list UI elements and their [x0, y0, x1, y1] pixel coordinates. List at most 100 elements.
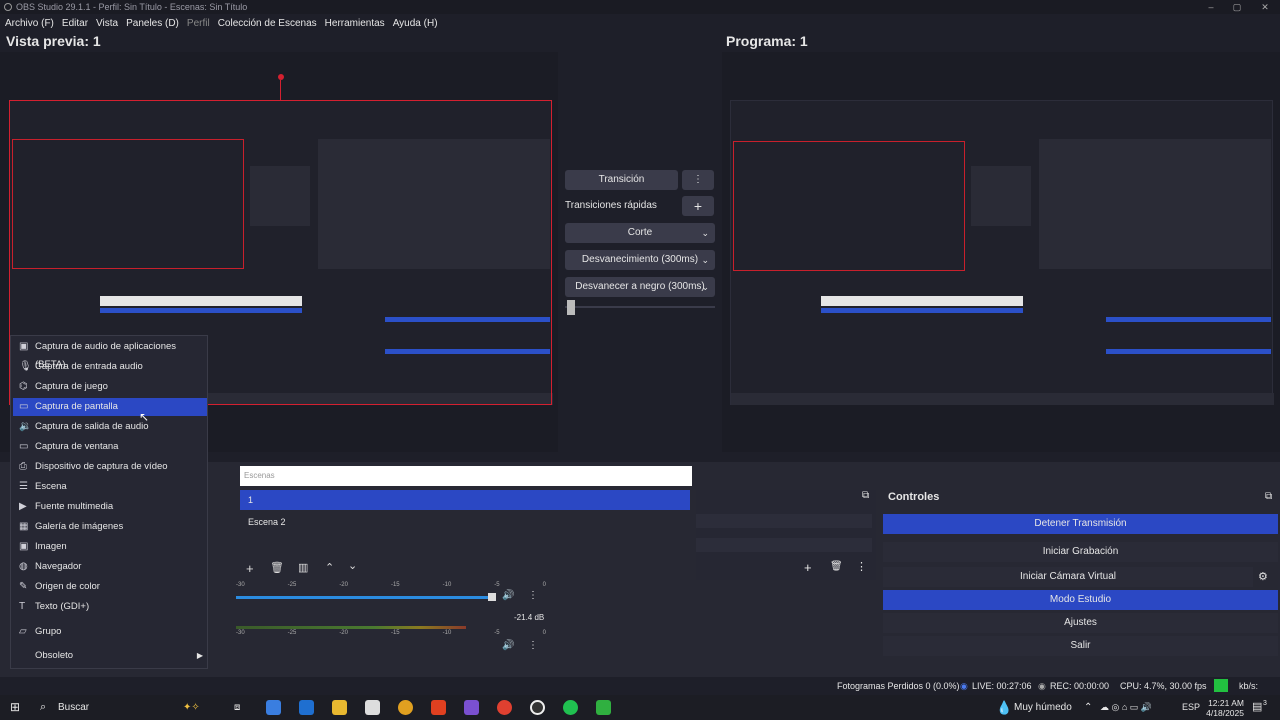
- transition-properties-icon[interactable]: ⋮: [856, 560, 867, 573]
- tbar-slider[interactable]: [565, 306, 715, 308]
- scene-item[interactable]: 1: [240, 490, 690, 510]
- task-view-icon[interactable]: ⧈: [234, 695, 240, 720]
- speaker-icon[interactable]: 🔊: [502, 590, 514, 601]
- image-icon: ▣: [19, 541, 29, 552]
- menu-item[interactable]: Perfil: [187, 16, 210, 32]
- menu-item-source[interactable]: ☰ Escena: [13, 478, 207, 496]
- app-icon[interactable]: [596, 700, 611, 715]
- chevron-down-icon: ⌄: [701, 282, 709, 292]
- move-down-icon[interactable]: ⌄: [348, 559, 357, 572]
- menu-item-source[interactable]: Obsoleto ▶: [13, 647, 207, 665]
- language[interactable]: ESP: [1182, 695, 1200, 720]
- transition-menu-icon[interactable]: ⋮: [682, 170, 714, 190]
- menu-item[interactable]: Archivo (F): [5, 16, 54, 32]
- menu-item-source[interactable]: ▣ Imagen: [13, 538, 207, 556]
- scene-filters-icon[interactable]: ▥: [298, 561, 308, 574]
- store-icon[interactable]: [365, 700, 380, 715]
- clock[interactable]: 12:21 AM 4/18/2025: [1206, 698, 1244, 718]
- outlook-icon[interactable]: [299, 700, 314, 715]
- menu-item-source[interactable]: 🎙 Captura de entrada audio: [13, 358, 207, 376]
- close-button[interactable]: ✕: [1252, 0, 1278, 14]
- menu-item[interactable]: Vista: [96, 16, 118, 32]
- file-explorer-icon[interactable]: [332, 700, 347, 715]
- chrome-profile-icon[interactable]: [497, 700, 512, 715]
- tray-chevron-icon[interactable]: ⌃: [1084, 695, 1092, 720]
- speaker-icon-2[interactable]: 🔊: [502, 640, 514, 651]
- transition-select[interactable]: [696, 514, 872, 528]
- menu-item[interactable]: Herramientas: [325, 16, 385, 32]
- notification-icon[interactable]: ▤: [1252, 695, 1262, 720]
- tick: -20: [339, 630, 348, 636]
- transition-button[interactable]: Transición: [565, 170, 678, 190]
- menu-item-source[interactable]: T Texto (GDI+): [13, 598, 207, 616]
- duration-spinbox[interactable]: [696, 538, 872, 552]
- menu-item-source[interactable]: ▦ Galería de imágenes: [13, 518, 207, 536]
- menu-item-source[interactable]: ▭ Captura de pantalla: [13, 398, 207, 416]
- menu-item[interactable]: Paneles (D): [126, 16, 179, 32]
- copilot-icon[interactable]: [266, 700, 281, 715]
- menu-item-source[interactable]: ▭ Captura de ventana: [13, 438, 207, 456]
- exit-button[interactable]: Salir: [883, 636, 1278, 656]
- scenes-header: Escenas: [240, 466, 692, 486]
- menu-item-label: Grupo: [35, 626, 62, 637]
- menu-item-source[interactable]: ▣ Captura de audio de aplicaciones (BETA): [13, 338, 207, 370]
- add-source-menu: ▣ Captura de audio de aplicaciones (BETA)…: [10, 335, 208, 669]
- obs-icon[interactable]: [530, 700, 545, 715]
- menu-item[interactable]: Colección de Escenas: [218, 16, 317, 32]
- weather-text[interactable]: Muy húmedo: [1014, 695, 1072, 720]
- menu-item[interactable]: Ayuda (H): [393, 16, 438, 32]
- quick-transition-cut[interactable]: Corte ⌄: [565, 223, 715, 243]
- menu-item-source[interactable]: ◍ Navegador: [13, 558, 207, 576]
- search-icon[interactable]: ⌕: [40, 695, 46, 720]
- tray-icons[interactable]: ☁ ◎ ⌂ ▭ 🔊: [1100, 695, 1152, 720]
- windows-start-icon[interactable]: ⊞: [10, 695, 20, 720]
- remove-transition-icon[interactable]: 🗑: [830, 561, 843, 572]
- menu-item-source[interactable]: ▱ Grupo: [13, 623, 207, 641]
- studio-mode-button[interactable]: Modo Estudio: [883, 590, 1278, 610]
- chrome-icon[interactable]: [398, 700, 413, 715]
- minimize-button[interactable]: –: [1198, 0, 1224, 14]
- volume-handle[interactable]: [488, 593, 496, 601]
- add-transition-icon[interactable]: +: [804, 560, 812, 575]
- controls-title: Controles: [888, 491, 940, 503]
- menu-item-source[interactable]: ⎙ Dispositivo de captura de vídeo: [13, 458, 207, 476]
- audio-mixer: -30 -25 -20 -15 -10 -5 0 🔊 ⋮ -21.4 dB -30 -25 -2…: [236, 582, 546, 672]
- preview-title: Vista previa: 1: [6, 33, 101, 49]
- add-quick-transition-icon[interactable]: +: [682, 196, 714, 216]
- maximize-button[interactable]: ▢: [1224, 0, 1250, 14]
- start-virtual-camera-button[interactable]: Iniciar Cámara Virtual: [883, 567, 1253, 587]
- discord-icon[interactable]: [464, 700, 479, 715]
- mixer-menu-icon-2[interactable]: ⋮: [528, 640, 538, 651]
- quick-transition-fade[interactable]: Desvanecimiento (300ms) ⌄: [565, 250, 715, 270]
- menu-item-source[interactable]: ⌬ Captura de juego: [13, 378, 207, 396]
- chevron-down-icon: ⌄: [701, 255, 709, 265]
- rotate-handle[interactable]: [278, 74, 284, 80]
- menu-item-source[interactable]: 🔉 Captura de salida de audio: [13, 418, 207, 436]
- taskbar-search[interactable]: Buscar: [58, 695, 89, 720]
- quick-transition-fade-black[interactable]: Desvanecer a negro (300ms) ⌄: [565, 277, 715, 297]
- start-recording-button[interactable]: Iniciar Grabación: [883, 542, 1278, 562]
- menu-item[interactable]: Editar: [62, 16, 88, 32]
- remove-scene-icon[interactable]: 🗑: [270, 561, 284, 574]
- brave-icon[interactable]: [431, 700, 446, 715]
- tbar-handle[interactable]: [567, 300, 575, 315]
- rotate-handle-line: [280, 80, 281, 100]
- stop-streaming-button[interactable]: Detener Transmisión: [883, 514, 1278, 534]
- add-scene-icon[interactable]: +: [246, 561, 254, 576]
- dock-float-icon[interactable]: ⧉: [862, 490, 869, 501]
- spotify-icon[interactable]: [563, 700, 578, 715]
- gear-icon[interactable]: ⚙: [1258, 570, 1268, 583]
- db-readout: -21.4 dB: [514, 613, 545, 622]
- mixer-menu-icon[interactable]: ⋮: [528, 590, 538, 601]
- scene-item[interactable]: Escena 2: [240, 512, 690, 532]
- menu-item-source[interactable]: ▶ Fuente multimedia: [13, 498, 207, 516]
- move-up-icon[interactable]: ⌃: [325, 561, 334, 574]
- tick: -10: [442, 582, 452, 588]
- settings-button[interactable]: Ajustes: [883, 613, 1278, 633]
- menu-item-source[interactable]: ✎ Origen de color: [13, 578, 207, 596]
- title-bar: OBS Studio 29.1.1 - Perfil: Sin Título -…: [0, 0, 1280, 14]
- copilot-sparkle-icon[interactable]: ✦✧: [183, 695, 200, 720]
- weather-icon[interactable]: 💧: [996, 695, 1012, 720]
- controls-float-icon[interactable]: ⧉: [1265, 491, 1272, 502]
- volume-slider[interactable]: [236, 596, 496, 599]
